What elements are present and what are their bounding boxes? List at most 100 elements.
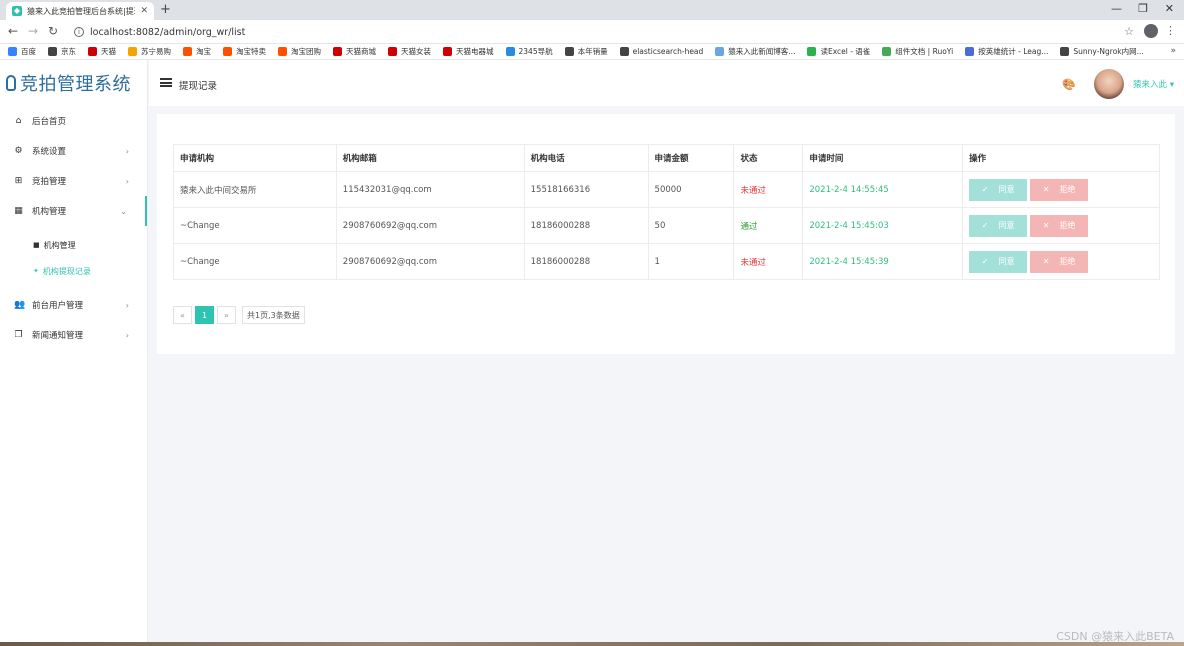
sidebar-subitem-label: 机构管理 [43,240,76,250]
agree-button[interactable]: ✓ 同意 [969,250,1028,273]
browser-tab[interactable]: ◆ 猿来入此竞拍管理后台系统|提现... ✕ [6,2,154,20]
refuse-button[interactable]: ✕ 拒绝 [1030,250,1089,273]
browser-menu-icon[interactable]: ⋮ [1165,24,1176,37]
bookmark-star-icon[interactable]: ☆ [1124,25,1134,38]
bookmark-label: 2345导航 [518,47,553,56]
forward-icon[interactable]: → [28,24,38,38]
taskbar-strip [0,642,1184,646]
bookmark-item[interactable]: 按英雄统计 - Leag... [965,46,1048,57]
palette-icon[interactable]: 🎨 [1062,78,1076,91]
restore-icon[interactable]: ❐ [1138,2,1148,15]
sidebar-subitem[interactable]: ■ 机构管理 [0,232,147,258]
sidebar-item[interactable]: ⊞ 竞拍管理 › [0,166,147,196]
actions-cell: ✓ 同意 ✕ 拒绝 [962,171,1160,208]
bookmark-item[interactable]: 苏宁易购 [128,46,171,57]
prev-page-button[interactable]: « [173,306,192,324]
agree-button-label: 同意 [998,221,1015,230]
close-tab-icon[interactable]: ✕ [140,6,148,16]
column-header: 申请金额 [647,144,735,172]
close-window-icon[interactable]: ✕ [1165,2,1174,15]
minimize-icon[interactable]: — [1111,2,1122,15]
bookmark-icon [388,47,397,56]
bookmark-item[interactable]: 本年销量 [564,46,608,57]
bookmark-item[interactable]: elasticsearch-head [619,47,703,56]
sidebar-item[interactable]: ❐ 新闻通知管理 › [0,320,147,350]
bookmark-item[interactable]: 读Excel - 语雀 [807,46,870,57]
bookmark-label: 淘宝特卖 [236,47,266,56]
sidebar-item-label: 系统设置 [32,147,67,157]
reload-icon[interactable]: ↻ [48,24,58,38]
bookmark-item[interactable]: 天猫商城 [333,46,376,57]
url-input[interactable]: i localhost:8082/admin/org_wr/list [66,22,1138,42]
bookmark-label: 京东 [61,47,76,56]
logo: 竞拍管理系统 [0,60,147,106]
subitem-icon: ■ [33,241,40,249]
bookmark-item[interactable]: 天猫电器城 [443,46,494,57]
menu-toggle-icon[interactable] [160,78,172,87]
records-card: 申请机构 机构邮箱 机构电话 申请金额 状态 申请时间 操作 猿来入此中间交易所 115432… [157,114,1175,354]
amount-cell: 50000 [647,171,735,208]
table-row: ~Change 2908760692@qq.com 18186000288 1 未通过 2… [173,243,1160,280]
bookmark-item[interactable]: 天猫女装 [388,46,431,57]
bookmark-label: 天猫 [101,47,116,56]
site-info-icon[interactable]: i [74,27,84,37]
sidebar-menu: ⌂ 后台首页 ⚙ 系统设置 › ⊞ 竞拍管理 › ▦ 机构管理 ⌄ ■ 机构管理 ✦ 机构提现记录 👥 前台用户… [0,106,147,350]
bookmark-item[interactable]: 猿来入此新闻博客... [715,46,795,57]
actions-cell: ✓ 同意 ✕ 拒绝 [962,207,1160,244]
back-icon[interactable]: ← [8,24,18,38]
sidebar-item-label: 前台用户管理 [32,301,84,311]
sidebar-item[interactable]: ⌂ 后台首页 [0,106,147,136]
users-icon: 👥 [14,300,26,310]
bookmark-item[interactable]: 淘宝 [183,46,211,57]
sidebar-item-label: 后台首页 [32,117,67,127]
refuse-button-label: 拒绝 [1059,221,1076,230]
bookmarks-more-icon[interactable]: » [1170,46,1176,56]
new-tab-button[interactable]: + [160,3,171,17]
agree-button[interactable]: ✓ 同意 [969,178,1028,201]
bookmark-item[interactable]: 百度 [8,46,36,57]
browser-tabbar: ◆ 猿来入此竞拍管理后台系统|提现... ✕ + — ❐ ✕ [0,0,1184,20]
bookmark-label: 按英雄统计 - Leag... [978,47,1049,56]
bookmark-label: Sunny-Ngrok内网... [1073,47,1144,56]
agree-button-label: 同意 [998,185,1015,194]
sidebar-item[interactable]: ⚙ 系统设置 › [0,136,147,166]
gear-icon: ⚙ [14,146,23,156]
sidebar-subitem[interactable]: ✦ 机构提现记录 [0,258,147,284]
page-1-button[interactable]: 1 [195,306,214,324]
chevron-icon: › [125,300,129,310]
refuse-button[interactable]: ✕ 拒绝 [1030,214,1089,237]
avatar[interactable] [1094,69,1124,99]
bookmark-icon [183,47,192,56]
sidebar-item[interactable]: 👥 前台用户管理 › [0,290,147,320]
profile-icon[interactable] [1144,24,1158,38]
next-page-button[interactable]: » [217,306,236,324]
chevron-icon: › [125,176,129,186]
table-row: ~Change 2908760692@qq.com 18186000288 50 通过 2… [173,207,1160,244]
bookmark-item[interactable]: 组件文档 | RuoYi [882,46,953,57]
org-cell: ~Change [173,207,337,244]
email-cell: 2908760692@qq.com [335,207,525,244]
column-header: 机构邮箱 [335,144,525,172]
bookmark-item[interactable]: 淘宝团购 [278,46,321,57]
pagination: « 1 » 共1页,3条数据 [173,306,305,324]
sidebar-item[interactable]: ▦ 机构管理 ⌄ [0,196,147,226]
chevron-icon: › [125,146,129,156]
bookmark-item[interactable]: 淘宝特卖 [223,46,266,57]
table-body: 猿来入此中间交易所 115432031@qq.com 15518166316 5000… [173,171,1160,280]
table-header-row: 申请机构 机构邮箱 机构电话 申请金额 状态 申请时间 操作 [173,144,1160,172]
refuse-button[interactable]: ✕ 拒绝 [1030,178,1089,201]
bookmark-icon [278,47,287,56]
bookmark-label: 猿来入此新闻博客... [728,47,796,56]
bookmark-icon [1060,47,1070,56]
caret-down-icon: ▾ [1169,80,1174,90]
user-menu[interactable]: 猿来入此 ▾ [1133,78,1174,90]
column-header: 申请时间 [802,144,964,172]
bookmark-item[interactable]: 天猫 [88,46,116,57]
bookmark-item[interactable]: Sunny-Ngrok内网... [1060,46,1144,57]
bookmark-item[interactable]: 2345导航 [505,46,553,57]
agree-button[interactable]: ✓ 同意 [969,214,1028,237]
sidebar-subitem-label: 机构提现记录 [42,266,91,276]
bookmark-item[interactable]: 京东 [48,46,76,57]
address-bar: ← → ↻ i localhost:8082/admin/org_wr/list… [0,20,1184,44]
bookmark-icon [128,47,137,56]
